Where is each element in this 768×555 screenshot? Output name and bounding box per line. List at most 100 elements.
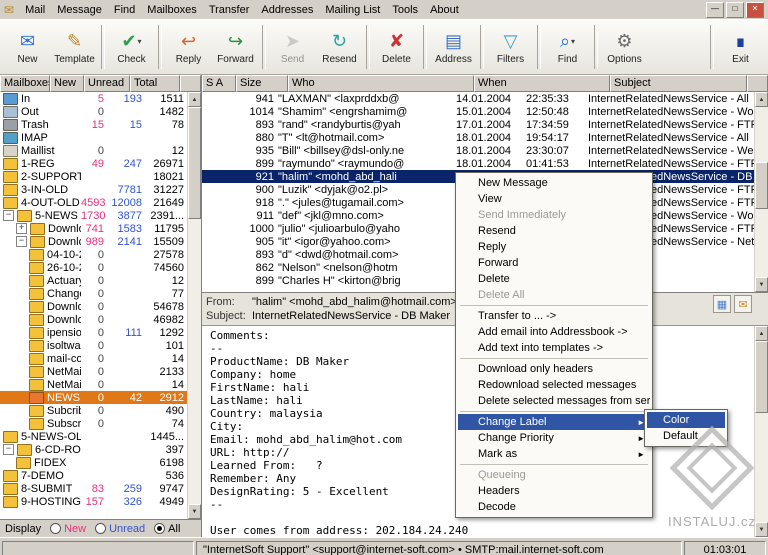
mailbox-row-subcribe-n[interactable]: Subcribe-N...0490 [0, 404, 187, 417]
mailbox-row-ipension-do[interactable]: ipension-do...01111292 [0, 326, 187, 339]
message-row[interactable]: 880"T" <lt@hotmail.com>18.01.200419:54:1… [202, 131, 754, 144]
scrollbar-track[interactable] [188, 107, 201, 504]
menu-addresses[interactable]: Addresses [255, 2, 319, 18]
letter-view-icon[interactable]: ✉ [734, 295, 752, 313]
submenu-item-default[interactable]: Default [647, 428, 725, 444]
find-button[interactable]: ⌕▾Find [544, 21, 591, 73]
resend-button[interactable]: ↻Resend [316, 21, 363, 73]
menu-item-change-priority[interactable]: Change Priority► [458, 430, 650, 446]
mailbox-row-download[interactable]: Download ...054678 [0, 300, 187, 313]
scroll-down-icon[interactable] [755, 277, 768, 292]
mailbox-row-9-hosting[interactable]: 9-HOSTING1573264949 [0, 495, 187, 508]
message-row[interactable]: 899"raymundo" <raymundo@18.01.200401:41:… [202, 157, 754, 170]
mailbox-row-3-in-old[interactable]: 3-IN-OLD778131227 [0, 183, 187, 196]
mailbox-row-download[interactable]: −Download ...989214115509 [0, 235, 187, 248]
mailbox-row-imap[interactable]: IMAP [0, 131, 187, 144]
message-row[interactable]: 935"Bill" <billsey@dsl-only.ne18.01.2004… [202, 144, 754, 157]
column-header-when[interactable]: When [474, 75, 610, 92]
column-header-who[interactable]: Who [288, 75, 474, 92]
menu-item-delete-all[interactable]: Delete All [458, 287, 650, 303]
menu-item-view[interactable]: View [458, 191, 650, 207]
message-list-scrollbar[interactable] [754, 92, 768, 292]
menu-item-add-text-into-templates[interactable]: Add text into templates -> [458, 340, 650, 356]
menu-item-send-immediately[interactable]: Send Immediately [458, 207, 650, 223]
mailbox-row-download[interactable]: Download ...046982 [0, 313, 187, 326]
mailbox-row-6-cd-rom-ca[interactable]: −6-CD-ROM-CA...397 [0, 443, 187, 456]
column-header-size[interactable]: Size [236, 75, 288, 92]
mailbox-row-7-demo[interactable]: 7-DEMO536 [0, 469, 187, 482]
scroll-down-icon[interactable] [188, 504, 201, 519]
message-row[interactable]: 1014"Shamim" <engrshamim@15.01.200412:50… [202, 105, 754, 118]
menu-item-download-only-headers[interactable]: Download only headers [458, 361, 650, 377]
options-button[interactable]: ⚙Options [601, 21, 648, 73]
check-button[interactable]: ✔▾Check [108, 21, 155, 73]
mailbox-row-change-ad[interactable]: Change Ad...077 [0, 287, 187, 300]
picture-view-icon[interactable]: ▦ [713, 295, 731, 313]
column-header-unread[interactable]: Unread [84, 75, 130, 92]
send-button[interactable]: ➤Send [269, 21, 316, 73]
menu-item-change-label[interactable]: Change Label► [458, 414, 650, 430]
mailbox-row-4-out-old[interactable]: 4-OUT-OLD45931200821649 [0, 196, 187, 209]
mailbox-row-netmail-m[interactable]: NetMail - m...014 [0, 378, 187, 391]
mailbox-row-subscribe[interactable]: Subscribe074 [0, 417, 187, 430]
close-button[interactable]: ✕ [746, 2, 764, 18]
expand-toggle-icon[interactable]: + [16, 223, 27, 234]
mailbox-row-2-support[interactable]: 2-SUPPORT18021 [0, 170, 187, 183]
mailbox-row-news-se[interactable]: NEWS SE...0422912 [0, 391, 187, 404]
submenu-item-color[interactable]: Color [647, 412, 725, 428]
column-header-total[interactable]: Total [130, 75, 180, 92]
dropdown-arrow-icon[interactable]: ▾ [571, 37, 575, 46]
menu-message[interactable]: Message [51, 2, 108, 18]
scroll-up-icon[interactable] [755, 326, 768, 341]
dropdown-arrow-icon[interactable]: ▾ [138, 37, 142, 46]
display-filter-all[interactable]: All [154, 523, 180, 535]
forward-button[interactable]: ↪Forward [212, 21, 259, 73]
menu-item-new-message[interactable]: New Message [458, 175, 650, 191]
maximize-button[interactable]: □ [726, 2, 744, 18]
menu-item-delete-selected-messages-from-server[interactable]: Delete selected messages from server [458, 393, 650, 409]
mailbox-row-maillist[interactable]: Maillist012 [0, 144, 187, 157]
preview-scrollbar[interactable] [754, 326, 768, 537]
expand-toggle-icon[interactable]: − [16, 236, 27, 247]
filters-button[interactable]: ▽Filters [487, 21, 534, 73]
delete-button[interactable]: ✘Delete [373, 21, 420, 73]
mailbox-row-5-news[interactable]: −5-NEWS173038772391... [0, 209, 187, 222]
mailbox-row-out[interactable]: Out01482 [0, 105, 187, 118]
column-header-subject[interactable]: Subject [610, 75, 747, 92]
mailbox-row-actuary[interactable]: Actuary012 [0, 274, 187, 287]
mailbox-row-04-10-2002[interactable]: 04-10-2002...027578 [0, 248, 187, 261]
scroll-up-icon[interactable] [188, 92, 201, 107]
mailbox-row-netmail[interactable]: NetMail02133 [0, 365, 187, 378]
column-header-status[interactable]: S A [202, 75, 236, 92]
menu-item-decode[interactable]: Decode [458, 499, 650, 515]
menu-item-headers[interactable]: Headers [458, 483, 650, 499]
menu-item-mark-as[interactable]: Mark as► [458, 446, 650, 462]
scrollbar-track[interactable] [755, 107, 768, 277]
mailbox-row-26-10-2003[interactable]: 26-10-2003...074560 [0, 261, 187, 274]
mailboxes-scrollbar[interactable] [187, 92, 201, 519]
mailbox-row-trash[interactable]: Trash151578 [0, 118, 187, 131]
display-filter-new[interactable]: New [50, 523, 86, 535]
address-button[interactable]: ▤Address [430, 21, 477, 73]
exit-button[interactable]: ∎ Exit [717, 21, 764, 73]
scroll-up-icon[interactable] [755, 92, 768, 107]
expand-toggle-icon[interactable]: − [3, 444, 14, 455]
mailbox-row-in[interactable]: In51931511 [0, 92, 187, 105]
menu-item-redownload-selected-messages[interactable]: Redownload selected messages [458, 377, 650, 393]
column-header-new[interactable]: New [50, 75, 84, 92]
mailbox-row-fidex[interactable]: FIDEX6198 [0, 456, 187, 469]
mailbox-row-isoltware[interactable]: isoltware0101 [0, 339, 187, 352]
mailbox-row-8-submit[interactable]: 8-SUBMIT832599747 [0, 482, 187, 495]
mailbox-row-download[interactable]: +Download ...741158311795 [0, 222, 187, 235]
menu-item-add-email-into-addressbook[interactable]: Add email into Addressbook -> [458, 324, 650, 340]
scrollbar-thumb[interactable] [755, 162, 768, 209]
scroll-down-icon[interactable] [755, 522, 768, 537]
menu-item-delete[interactable]: Delete [458, 271, 650, 287]
menu-item-reply[interactable]: Reply [458, 239, 650, 255]
menu-find[interactable]: Find [108, 2, 141, 18]
scrollbar-thumb[interactable] [755, 341, 768, 413]
template-button[interactable]: ✎Template [51, 21, 98, 73]
mailbox-row-5-news-old[interactable]: 5-NEWS-OLD1445... [0, 430, 187, 443]
message-row[interactable]: 941"LAXMAN" <laxprddxb@14.01.200422:35:3… [202, 92, 754, 105]
column-header-mailboxes[interactable]: Mailboxes [0, 75, 50, 92]
